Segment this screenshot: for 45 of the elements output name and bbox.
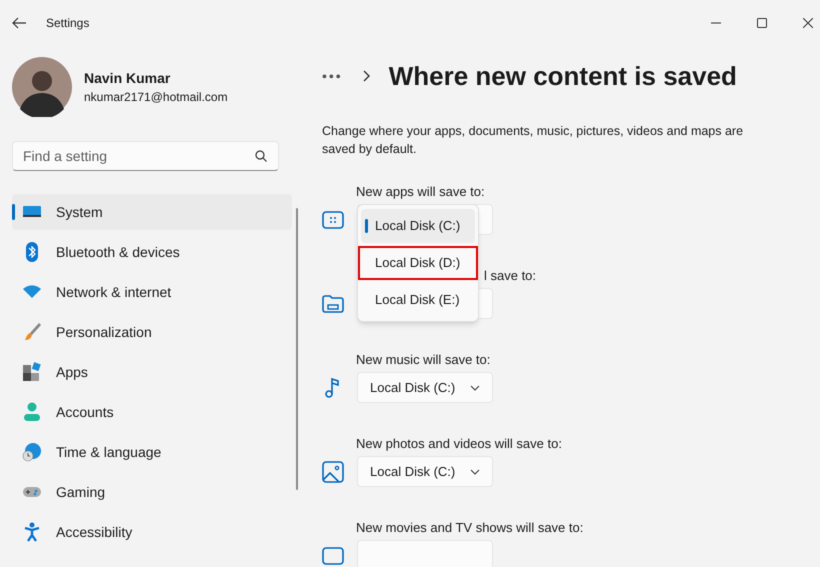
window-title: Settings (46, 15, 90, 32)
picture-icon (322, 460, 344, 482)
nav-item[interactable]: Network & internet (12, 274, 292, 310)
nav-item[interactable]: System (12, 194, 292, 230)
nav-item[interactable]: Apps (12, 354, 292, 390)
nav-item[interactable]: Bluetooth & devices (12, 234, 292, 270)
search-icon[interactable] (255, 150, 267, 162)
nav-item[interactable]: Gaming (12, 474, 292, 510)
setting-label: New movies and TV shows will save to: (355, 519, 584, 537)
selection-indicator (365, 219, 368, 233)
nav-item[interactable]: Time & language (12, 434, 292, 470)
breadcrumb-overflow[interactable]: ••• (322, 66, 343, 86)
setting-label: New music will save to: (355, 351, 492, 369)
setting-label: l save to: (483, 267, 538, 285)
brush-icon (22, 322, 42, 342)
apps-icon (22, 362, 42, 382)
drive-dropdown[interactable]: Local Disk (C:) (357, 372, 493, 403)
description-text: Change where your apps, documents, music, pictures, videos and maps are saved by default. (322, 123, 744, 158)
user-email: nkumar2171@hotmail.com (84, 89, 228, 105)
dropdown-option[interactable]: Local Disk (C:) (361, 209, 475, 243)
drive-dropdown[interactable]: Local Disk (C:) (357, 456, 493, 487)
person-icon (22, 402, 42, 422)
user-name: Navin Kumar (84, 69, 172, 87)
nav-item[interactable]: Personalization (12, 314, 292, 350)
video-icon (322, 544, 344, 566)
dropdown-option[interactable]: Local Disk (E:) (361, 283, 475, 317)
folder-icon (322, 292, 344, 314)
setting-label: New photos and videos will save to: (355, 435, 563, 453)
apps-window-icon (322, 208, 344, 230)
globe-clock-icon (22, 442, 42, 462)
chevron-right-icon (362, 70, 371, 82)
accessibility-icon (22, 522, 42, 542)
nav-item[interactable]: Accessibility (12, 514, 292, 550)
page-title: Where new content is saved (388, 60, 737, 92)
selection-indicator (12, 204, 15, 220)
avatar-placeholder (12, 57, 72, 117)
back-arrow-icon[interactable] (12, 17, 27, 29)
maximize-icon[interactable] (757, 18, 767, 28)
nav-item[interactable]: Accounts (12, 394, 292, 430)
search-field[interactable]: Find a setting (12, 141, 279, 171)
dropdown-option[interactable]: Local Disk (D:) (358, 246, 478, 280)
setting-label: New apps will save to: (355, 183, 486, 201)
close-icon[interactable] (803, 18, 813, 28)
chevron-down-icon (470, 384, 480, 390)
chevron-down-icon (470, 468, 480, 474)
